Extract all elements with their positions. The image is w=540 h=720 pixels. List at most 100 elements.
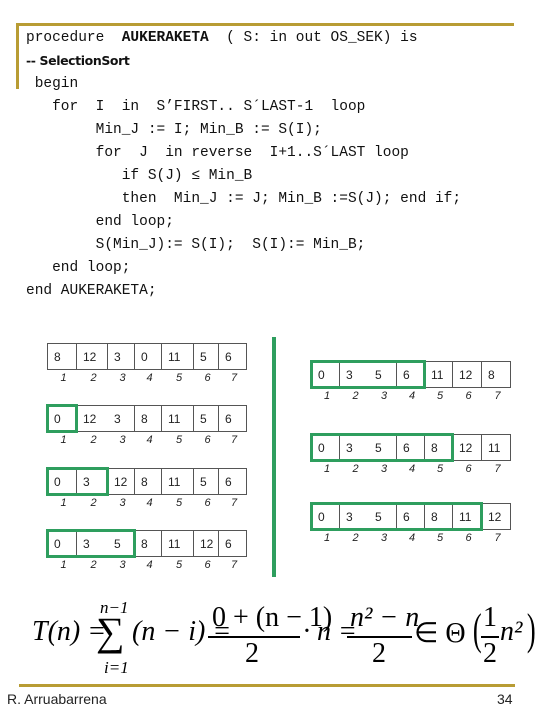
array-cell: 3 12 bbox=[76, 468, 135, 495]
cell-index: 1 bbox=[60, 434, 67, 446]
array-cell: 8 bbox=[134, 468, 162, 495]
cell-value: 8 bbox=[488, 368, 495, 382]
column-divider bbox=[272, 337, 276, 577]
cell-index: 6 bbox=[204, 372, 211, 384]
cell-index: 2 bbox=[352, 532, 359, 544]
array-cell: 6 bbox=[396, 503, 425, 530]
cell-value: 11 bbox=[168, 350, 181, 364]
cell-value: 3 bbox=[83, 537, 90, 551]
cell-index: 6 bbox=[204, 434, 211, 446]
cell-value: 8 bbox=[431, 441, 438, 455]
cell-index: 2 bbox=[90, 497, 97, 509]
code-comment: -- SelectionSort bbox=[26, 53, 130, 68]
cell-value: 8 bbox=[54, 350, 61, 364]
array-cell: 5 bbox=[193, 343, 219, 370]
cell-value: 3 bbox=[114, 350, 121, 364]
code-line: end loop; bbox=[26, 260, 131, 276]
sum-lower-limit: i=1 bbox=[104, 658, 129, 677]
cell-value: 5 bbox=[200, 412, 207, 426]
array-cell: 0 bbox=[311, 361, 340, 388]
array-cell: 6 bbox=[218, 468, 247, 495]
cell-index: 7 bbox=[230, 434, 238, 446]
top-rule bbox=[16, 23, 514, 26]
array-cell: 11 bbox=[161, 468, 194, 495]
cell-index: 1 bbox=[323, 532, 331, 544]
cell-index: 6 bbox=[204, 497, 211, 509]
cell-index: 1 bbox=[323, 463, 331, 475]
cell-value: 6 bbox=[225, 537, 232, 551]
array-cell: 11 bbox=[481, 434, 511, 461]
cell-index: 1 bbox=[60, 497, 67, 509]
code-line: end loop; bbox=[26, 214, 174, 230]
array-cell: 6 bbox=[218, 343, 247, 370]
cell-index: 2 bbox=[352, 463, 359, 475]
paren-open: ( bbox=[472, 605, 482, 654]
cell-index: 6 bbox=[204, 559, 211, 571]
cell-index: 1 bbox=[323, 390, 331, 402]
code-line: if S(J) ≤ Min_B bbox=[26, 168, 253, 184]
array-cell: 0 bbox=[311, 503, 340, 530]
cell-index: 5 bbox=[175, 497, 183, 509]
array-cell: 11 bbox=[452, 503, 482, 530]
code-line: Min_J := I; Min_B := S(I); bbox=[26, 122, 322, 138]
code-params: ( S: in out OS_SEK) is bbox=[208, 30, 418, 46]
array-cell: 12 bbox=[452, 434, 482, 461]
array-cell: 12 bbox=[452, 361, 482, 388]
array-cell: 6 bbox=[218, 530, 247, 557]
cell-index: 3 bbox=[380, 463, 388, 475]
cell-value: 0 bbox=[141, 350, 148, 364]
cell-value: 6 bbox=[225, 350, 232, 364]
cell-value: 8 bbox=[141, 412, 148, 426]
cell-value: 8 bbox=[141, 475, 148, 489]
cell-value: 6 bbox=[403, 368, 410, 382]
cell-index: 3 bbox=[119, 559, 126, 571]
cell-value: 0 bbox=[318, 368, 325, 382]
cell-value: 3 bbox=[83, 475, 90, 489]
cell-index: 5 bbox=[175, 372, 183, 384]
array-cell: 35 bbox=[339, 361, 397, 388]
cell-value: 6 bbox=[403, 441, 410, 455]
array-cell: 0 bbox=[311, 434, 340, 461]
frac2-numerator: n² − n bbox=[350, 602, 420, 633]
array-cell: 12 3 bbox=[76, 405, 135, 432]
cell-value: 12 bbox=[459, 441, 473, 455]
cell-index: 2 bbox=[90, 372, 97, 384]
cell-index: 4 bbox=[408, 532, 416, 544]
code-line: for I in S’FIRST.. S´LAST-1 loop bbox=[26, 99, 366, 115]
array-cell: 6 bbox=[218, 405, 247, 432]
cell-value: 3 bbox=[346, 368, 353, 382]
cell-index: 3 bbox=[119, 497, 126, 509]
array-cell: 5 bbox=[193, 405, 219, 432]
cell-index: 3 bbox=[380, 390, 388, 402]
cell-index: 1 bbox=[60, 372, 67, 384]
cell-value: 5 bbox=[114, 537, 121, 551]
array-cell: 11 bbox=[424, 361, 453, 388]
cell-value: 0 bbox=[54, 475, 61, 489]
array-cell: 0 bbox=[47, 530, 77, 557]
array-cell: 12 bbox=[193, 530, 219, 557]
cell-value: 0 bbox=[318, 441, 325, 455]
complexity-formula: T(n) = n−1 ∑ i=1 (n − i) = 0 + (n − 1) 2… bbox=[0, 598, 540, 682]
array-cell: 5 bbox=[193, 468, 219, 495]
cell-value: 6 bbox=[225, 475, 232, 489]
cell-value: 12 bbox=[83, 412, 97, 426]
cell-index: 6 bbox=[465, 532, 472, 544]
cell-index: 1 bbox=[60, 559, 67, 571]
array-cell: 11 bbox=[161, 343, 194, 370]
code-line: end AUKERAKETA; bbox=[26, 283, 157, 299]
array-cell: 8 bbox=[47, 343, 77, 370]
cell-value: 0 bbox=[54, 412, 61, 426]
cell-value: 11 bbox=[168, 475, 181, 489]
cell-index: 5 bbox=[436, 532, 444, 544]
formula-lhs: T(n) = bbox=[32, 616, 107, 647]
cell-index: 2 bbox=[90, 434, 97, 446]
cell-index: 6 bbox=[465, 463, 472, 475]
cell-value: 12 bbox=[114, 475, 128, 489]
code-line: for J in reverse I+1..S´LAST loop bbox=[26, 145, 409, 161]
cell-value: 0 bbox=[54, 537, 61, 551]
cell-index: 4 bbox=[146, 497, 153, 509]
array-cell: 11 bbox=[161, 405, 194, 432]
cell-value: 12 bbox=[83, 350, 97, 364]
procedure-name: AUKERAKETA bbox=[121, 30, 209, 46]
array-cell: 0 bbox=[134, 343, 162, 370]
